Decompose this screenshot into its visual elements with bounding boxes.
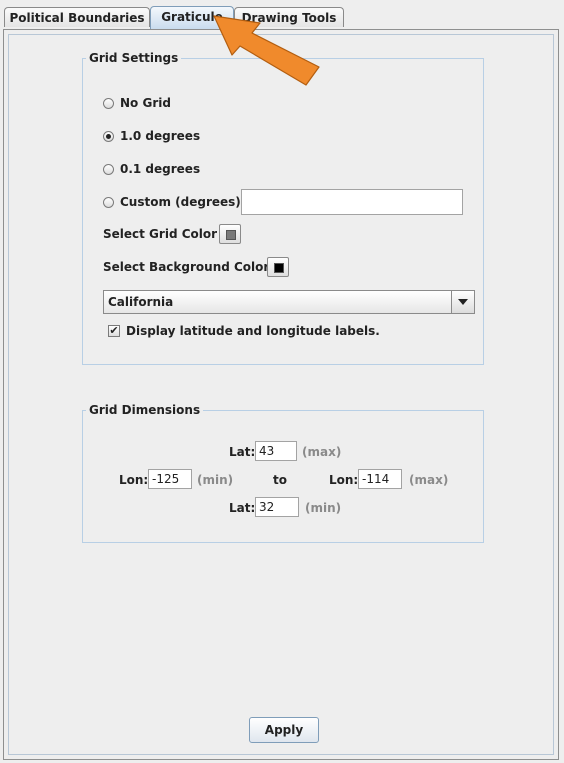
lon-min-input[interactable]: -125 bbox=[148, 469, 192, 489]
lon-min-unit: (min) bbox=[197, 473, 234, 487]
tab-content-panel: Grid Settings No Grid 1.0 degrees 0.1 de… bbox=[3, 29, 559, 760]
background-color-swatch bbox=[274, 263, 284, 273]
radio-button-1-degree[interactable] bbox=[103, 130, 114, 142]
tab-political-boundaries[interactable]: Political Boundaries bbox=[4, 7, 150, 27]
lat-min-unit: (min) bbox=[305, 501, 342, 515]
grid-color-label: Select Grid Color bbox=[103, 227, 218, 241]
radio-custom[interactable]: Custom (degrees) bbox=[103, 195, 241, 209]
tab-graticule[interactable]: Graticule bbox=[150, 6, 234, 29]
radio-button-custom[interactable] bbox=[103, 196, 114, 208]
radio-no-grid[interactable]: No Grid bbox=[103, 96, 171, 110]
lat-max-label: Lat: bbox=[229, 445, 256, 459]
radio-label-0-1-degree: 0.1 degrees bbox=[120, 162, 201, 176]
grid-color-button[interactable] bbox=[219, 224, 241, 244]
to-label: to bbox=[273, 473, 287, 487]
lon-max-input[interactable]: -114 bbox=[358, 469, 402, 489]
grid-settings-legend: Grid Settings bbox=[89, 51, 179, 65]
tab-drawing-tools[interactable]: Drawing Tools bbox=[234, 7, 344, 27]
radio-button-0-1-degree[interactable] bbox=[103, 163, 114, 175]
lat-min-label: Lat: bbox=[229, 501, 256, 515]
radio-label-custom: Custom (degrees) bbox=[120, 195, 241, 209]
graticule-panel: Grid Settings No Grid 1.0 degrees 0.1 de… bbox=[8, 34, 554, 755]
grid-settings-group: Grid Settings No Grid 1.0 degrees 0.1 de… bbox=[82, 51, 484, 365]
custom-degrees-input[interactable] bbox=[241, 189, 463, 215]
chevron-down-icon[interactable] bbox=[451, 291, 474, 313]
radio-label-1-degree: 1.0 degrees bbox=[120, 129, 201, 143]
radio-button-no-grid[interactable] bbox=[103, 97, 114, 109]
grid-dimensions-group: Grid Dimensions Lat: 43 (max) Lon: -125 … bbox=[82, 403, 484, 543]
region-select[interactable]: California bbox=[103, 290, 475, 314]
lon-min-label: Lon: bbox=[119, 473, 149, 487]
region-select-value: California bbox=[108, 295, 174, 309]
apply-button[interactable]: Apply bbox=[249, 717, 319, 743]
grid-color-swatch bbox=[226, 230, 236, 240]
background-color-label: Select Background Color bbox=[103, 260, 270, 274]
radio-1-degree[interactable]: 1.0 degrees bbox=[103, 129, 200, 143]
lat-lon-labels-checkbox[interactable]: ✔ bbox=[108, 325, 120, 337]
grid-dimensions-legend: Grid Dimensions bbox=[89, 403, 201, 417]
lat-lon-labels-checkbox-label: Display latitude and longitude labels. bbox=[126, 324, 380, 338]
lon-max-label: Lon: bbox=[329, 473, 359, 487]
radio-0-1-degree[interactable]: 0.1 degrees bbox=[103, 162, 200, 176]
lon-max-unit: (max) bbox=[409, 473, 449, 487]
background-color-button[interactable] bbox=[267, 257, 289, 277]
radio-label-no-grid: No Grid bbox=[120, 96, 171, 110]
lat-max-input[interactable]: 43 bbox=[255, 441, 297, 461]
lat-min-input[interactable]: 32 bbox=[255, 497, 299, 517]
lat-max-unit: (max) bbox=[302, 445, 342, 459]
